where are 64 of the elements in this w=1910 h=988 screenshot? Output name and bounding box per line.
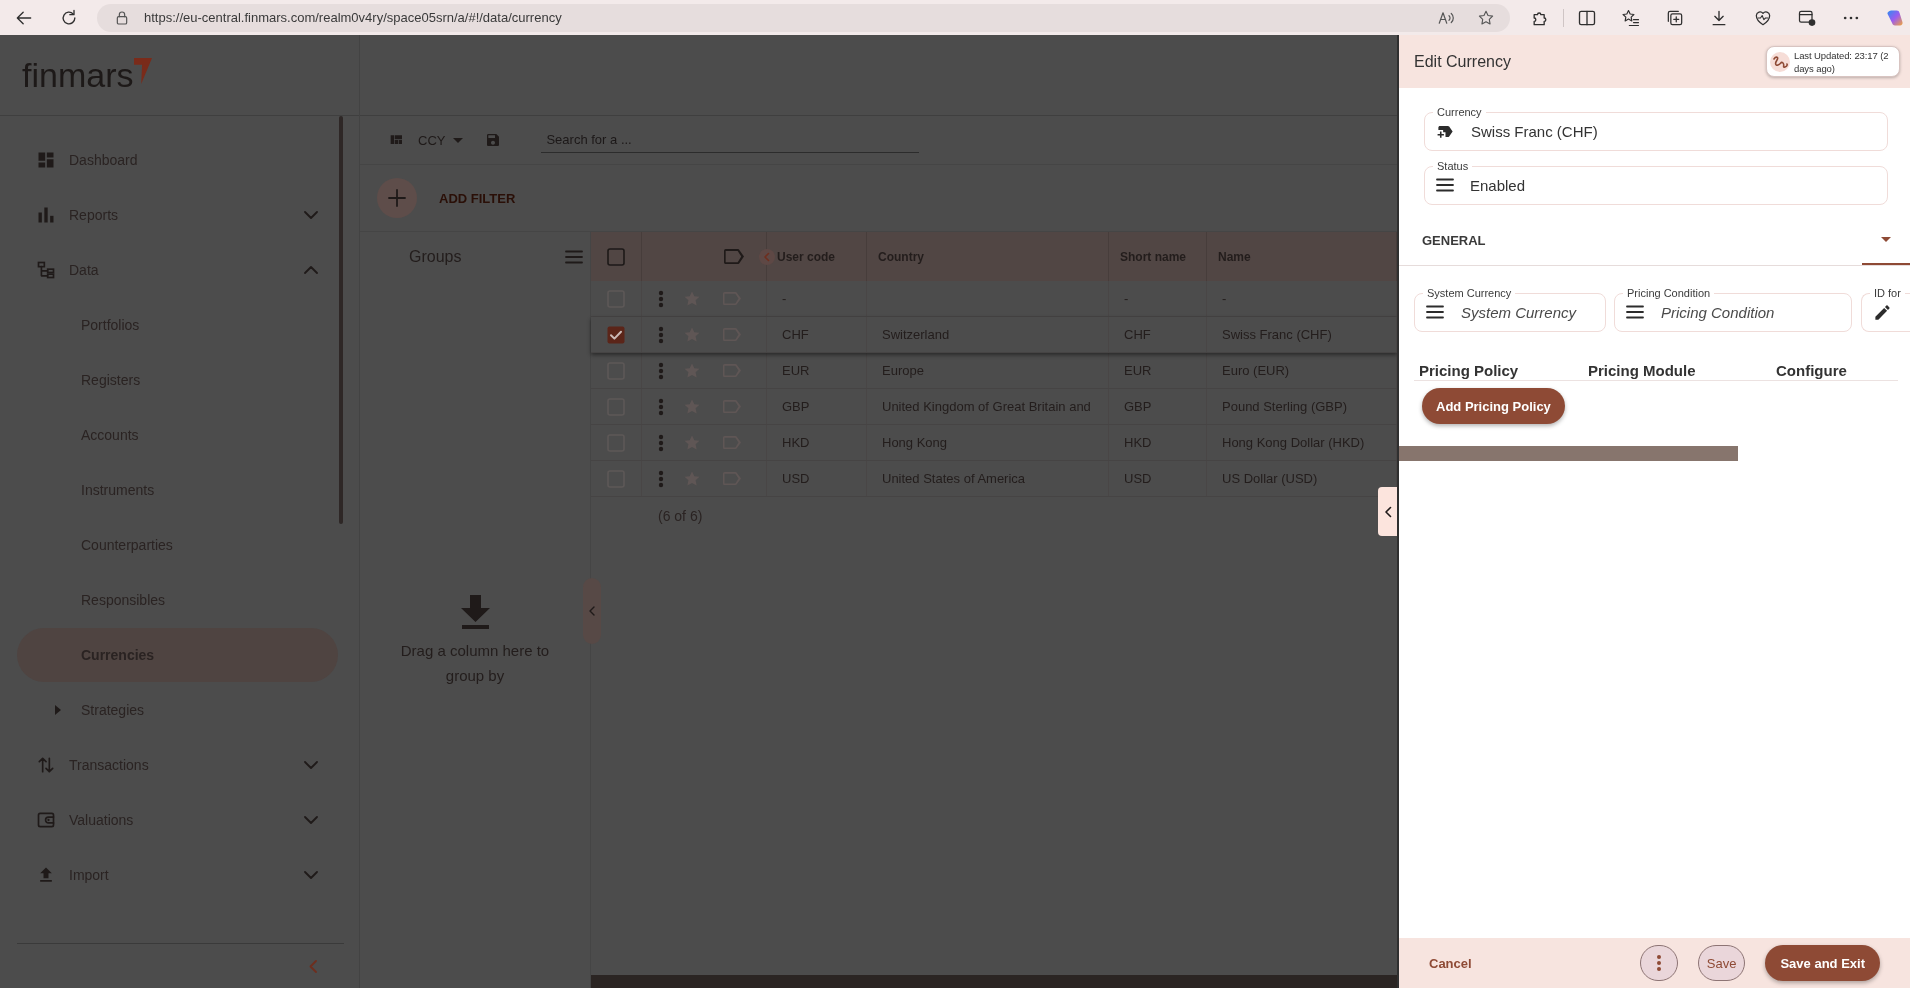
bar-chart-icon [36,205,56,225]
more-vertical-icon[interactable] [658,289,664,308]
select-field[interactable]: Status Enabled [1424,159,1888,205]
lock-icon[interactable] [114,9,130,26]
menu-icon[interactable] [565,250,583,264]
favorites-icon[interactable] [1621,7,1641,28]
chevron-down-icon[interactable] [304,211,318,219]
panel-title: Edit Currency [1414,52,1511,71]
select-field[interactable]: System Currency System Currency [1414,286,1606,332]
logo-mark-icon [134,58,153,84]
table-cell: - [1109,281,1207,316]
column-header: Pricing Module [1588,361,1697,380]
save-icon[interactable] [485,132,502,148]
caret-down-icon [453,137,464,143]
more-vertical-icon[interactable] [658,469,664,488]
plus-circle-icon [377,178,417,218]
chevron-left-icon [1383,505,1392,518]
horizontal-scrollbar[interactable] [1399,446,1738,461]
column-header: Pricing Policy [1419,361,1520,380]
section-tab[interactable]: GENERAL [1422,233,1486,248]
caret-right-icon[interactable] [55,705,61,715]
arrow-down-to-line-icon [460,595,490,629]
save-button[interactable]: Save [1697,945,1746,981]
chevron-left-icon [589,606,595,616]
more-vertical-icon[interactable] [658,433,664,452]
menu-icon [1626,305,1644,319]
horizontal-scrollbar[interactable] [591,975,1397,988]
chevron-left-icon[interactable] [309,959,317,973]
more-vertical-icon[interactable] [658,325,664,344]
more-button[interactable] [1639,945,1678,981]
chevron-down-icon[interactable] [304,816,318,824]
select-field[interactable]: Pricing Condition Pricing Condition [1614,286,1852,332]
chevron-down-icon[interactable] [304,761,318,769]
cancel-button[interactable]: Cancel [1429,955,1472,971]
add-pricing-policy-button[interactable]: Add Pricing Policy [1422,388,1565,424]
star-icon[interactable] [1477,8,1495,27]
collapse-handle[interactable] [583,578,601,644]
dashboard-icon [36,150,56,170]
last-updated-text: Last Updated: 23:17 (2 days ago) [1794,48,1890,75]
more-vertical-icon[interactable] [658,397,664,416]
add-filter-button[interactable]: ADD FILTER [377,178,516,218]
squiggle-icon [1770,51,1790,72]
address-bar[interactable]: https://eu-central.finmars.com/realm0v4ry/space05srn/a/#!/data/currency [97,3,1510,32]
chevron-up-icon[interactable] [304,266,318,274]
column-header: Configure [1776,361,1848,380]
checkbox[interactable] [607,247,625,266]
tree-icon [36,260,56,280]
checkbox[interactable] [607,325,625,344]
up-down-arrows-icon [36,755,56,775]
save-and-exit-button[interactable]: Save and Exit [1765,945,1880,981]
more-vertical-icon [1655,954,1662,972]
chevron-down-icon[interactable] [304,871,318,879]
menu-icon [1426,305,1444,319]
select-field[interactable]: Currency Swiss Franc (CHF) [1424,105,1888,151]
tag-icon[interactable] [724,249,744,264]
more-vertical-icon[interactable] [658,361,664,380]
wallet-icon [36,810,56,830]
panel-toggle-button[interactable] [1378,487,1397,536]
select-field[interactable]: ID for [1861,286,1910,332]
table-cell: - [767,281,867,316]
menu-icon [1436,178,1454,192]
chevron-left-icon[interactable] [759,248,775,265]
scrollbar-thumb[interactable] [339,116,343,524]
caret-down-icon [1881,237,1891,242]
